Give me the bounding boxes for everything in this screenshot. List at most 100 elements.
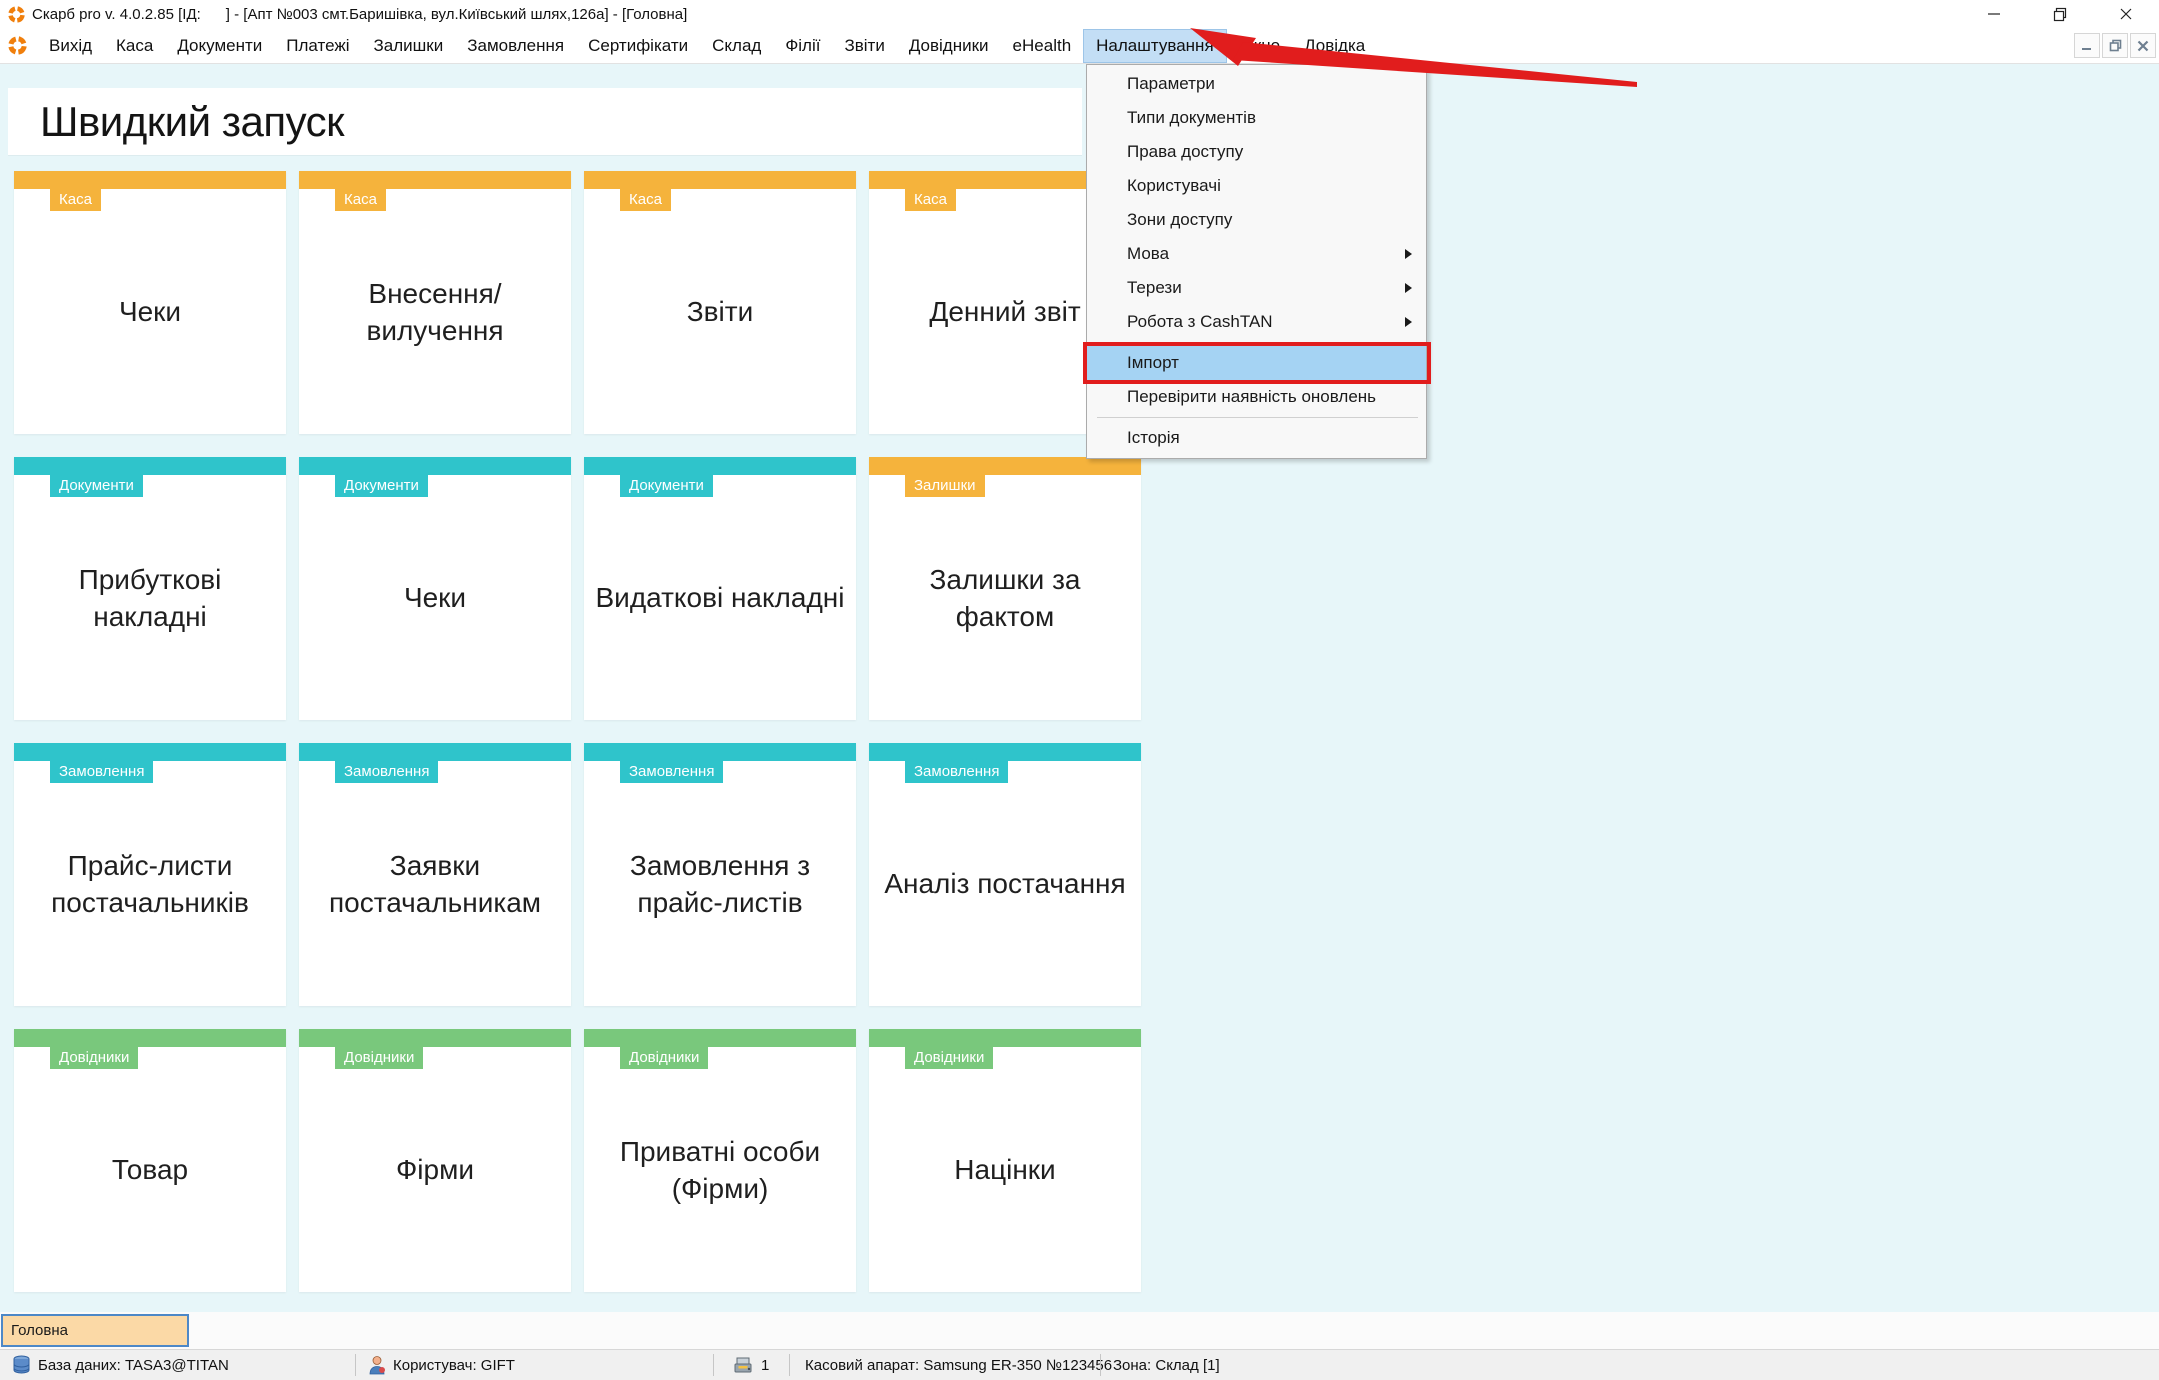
settings-menu-item[interactable]: Параметри <box>1087 67 1426 101</box>
tile-category-strip <box>584 743 856 761</box>
quick-launch-tile[interactable]: Замовлення Аналіз постачання <box>869 743 1141 1006</box>
mdi-window-controls <box>2074 33 2156 58</box>
statusbar-separator <box>1100 1354 1101 1376</box>
settings-menu-item[interactable]: Мова <box>1087 237 1426 271</box>
menu-item[interactable]: eHealth <box>1001 29 1084 63</box>
mdi-close-button[interactable] <box>2130 33 2156 58</box>
tab-home[interactable]: Головна <box>1 1314 189 1347</box>
tile-label: Товар <box>14 1047 286 1292</box>
menu-item[interactable]: Сертифікати <box>576 29 700 63</box>
quick-launch-tile[interactable]: Довідники Приватні особи (Фірми) <box>584 1029 856 1292</box>
statusbar-database: База даних: TASA3@TITAN <box>38 1357 229 1374</box>
menu-item[interactable]: Залишки <box>362 29 456 63</box>
menu-item[interactable]: Замовлення <box>455 29 576 63</box>
quick-launch-tile[interactable]: Документи Чеки <box>299 457 571 720</box>
tile-category-strip <box>14 743 286 761</box>
tile-label: Фірми <box>299 1047 571 1292</box>
mdi-restore-button[interactable] <box>2102 33 2128 58</box>
settings-menu-item[interactable]: Зони доступу <box>1087 203 1426 237</box>
menu-item[interactable]: Платежі <box>274 29 361 63</box>
settings-menu-item[interactable]: Терези <box>1087 271 1426 305</box>
window-close-button[interactable] <box>2093 0 2159 28</box>
page-title: Швидкий запуск <box>40 98 344 146</box>
quick-launch-tile[interactable]: Документи Видаткові накладні <box>584 457 856 720</box>
tile-label: Внесення/вилучення <box>299 189 571 434</box>
tile-category-strip <box>584 457 856 475</box>
quick-launch-tile[interactable]: Каса Чеки <box>14 171 286 434</box>
menu-item[interactable]: Склад <box>700 29 773 63</box>
menu-item[interactable]: Вихід <box>37 29 104 63</box>
window-restore-button[interactable] <box>2027 0 2093 28</box>
tile-category-strip <box>299 171 571 189</box>
quick-launch-tile[interactable]: Довідники Фірми <box>299 1029 571 1292</box>
quick-launch-tile[interactable]: Документи Прибуткові накладні <box>14 457 286 720</box>
settings-menu-item[interactable]: Імпорт <box>1087 346 1426 380</box>
quick-launch-tile[interactable]: Каса Внесення/вилучення <box>299 171 571 434</box>
submenu-arrow-icon <box>1405 249 1412 259</box>
menubar-logo-icon <box>8 36 27 55</box>
menu-item-label: Права доступу <box>1127 142 1243 161</box>
statusbar-separator <box>355 1354 356 1376</box>
tile-label: Чеки <box>14 189 286 434</box>
menu-item-label: Історія <box>1127 428 1180 447</box>
quick-launch-tile[interactable]: Залишки Залишки за фактом <box>869 457 1141 720</box>
menu-item-label: Імпорт <box>1127 353 1179 372</box>
quick-launch-tile[interactable]: Довідники Націнки <box>869 1029 1141 1292</box>
close-icon <box>2137 40 2149 52</box>
menu-item[interactable]: Довідники <box>897 29 1001 63</box>
settings-menu-item[interactable] <box>1097 414 1418 421</box>
tile-label: Прибуткові накладні <box>14 475 286 720</box>
database-icon <box>12 1355 31 1375</box>
restore-icon <box>2109 39 2122 52</box>
menu-item[interactable]: Філії <box>773 29 832 63</box>
statusbar-zone: Зона: Склад [1] <box>1113 1357 1220 1374</box>
tab-bar: Головна <box>0 1312 2159 1349</box>
settings-menu-item[interactable]: Перевірити наявність оновлень <box>1087 380 1426 414</box>
app-logo-icon <box>8 6 25 23</box>
quick-launch-header: Швидкий запуск <box>8 88 1082 155</box>
mdi-minimize-button[interactable] <box>2074 33 2100 58</box>
tile-label: Залишки за фактом <box>869 475 1141 720</box>
quick-launch-tile[interactable]: Замовлення Прайс-листи постачальників <box>14 743 286 1006</box>
tile-label: Приватні особи (Фірми) <box>584 1047 856 1292</box>
statusbar-user: Користувач: GIFT <box>393 1357 515 1374</box>
settings-menu-item[interactable]: Типи документів <box>1087 101 1426 135</box>
tile-label: Аналіз постачання <box>869 761 1141 1006</box>
tile-category-strip <box>584 171 856 189</box>
tile-category-strip <box>869 457 1141 475</box>
quick-launch-tile[interactable]: Замовлення Заявки постачальникам <box>299 743 571 1006</box>
settings-menu-item[interactable]: Робота з CashTAN <box>1087 305 1426 339</box>
tile-category-strip <box>299 1029 571 1047</box>
tile-label: Чеки <box>299 475 571 720</box>
settings-menu-item[interactable]: Користувачі <box>1087 169 1426 203</box>
minimize-icon <box>2081 40 2093 52</box>
settings-menu-item[interactable] <box>1097 339 1418 346</box>
menu-item-label: Терези <box>1127 278 1182 297</box>
settings-menu-item[interactable]: Історія <box>1087 421 1426 455</box>
close-icon <box>2118 6 2134 22</box>
menu-item[interactable]: Вікно <box>1227 29 1292 63</box>
window-title: Скарб pro v. 4.0.2.85 [ІД: ] - [Апт №003… <box>32 6 687 23</box>
settings-menu-item[interactable]: Права доступу <box>1087 135 1426 169</box>
tile-category-strip <box>869 743 1141 761</box>
quick-launch-tile[interactable]: Довідники Товар <box>14 1029 286 1292</box>
tile-category-strip <box>299 743 571 761</box>
menu-item[interactable]: Довідка <box>1292 29 1377 63</box>
menu-item[interactable]: Налаштування <box>1083 29 1227 63</box>
statusbar-cash-register: Касовий апарат: Samsung ER-350 №123456 <box>805 1357 1112 1374</box>
restore-icon <box>2052 6 2068 22</box>
minimize-icon <box>1986 6 2002 22</box>
status-bar: База даних: TASA3@TITAN Користувач: GIFT… <box>0 1349 2159 1380</box>
menu-item[interactable]: Звіти <box>832 29 896 63</box>
menu-bar: ВихідКасаДокументиПлатежіЗалишкиЗамовлен… <box>0 28 2159 64</box>
menu-item[interactable]: Каса <box>104 29 165 63</box>
tile-label: Заявки постачальникам <box>299 761 571 1006</box>
menu-item[interactable]: Документи <box>165 29 274 63</box>
menu-item-label: Робота з CashTAN <box>1127 312 1273 331</box>
quick-launch-tile[interactable]: Каса Звіти <box>584 171 856 434</box>
quick-launch-tile[interactable]: Замовлення Замовлення з прайс-листів <box>584 743 856 1006</box>
menu-item-label: Користувачі <box>1127 176 1221 195</box>
window-minimize-button[interactable] <box>1961 0 2027 28</box>
menu-item-label: Перевірити наявність оновлень <box>1127 387 1376 406</box>
menu-items: ВихідКасаДокументиПлатежіЗалишкиЗамовлен… <box>37 28 1377 64</box>
